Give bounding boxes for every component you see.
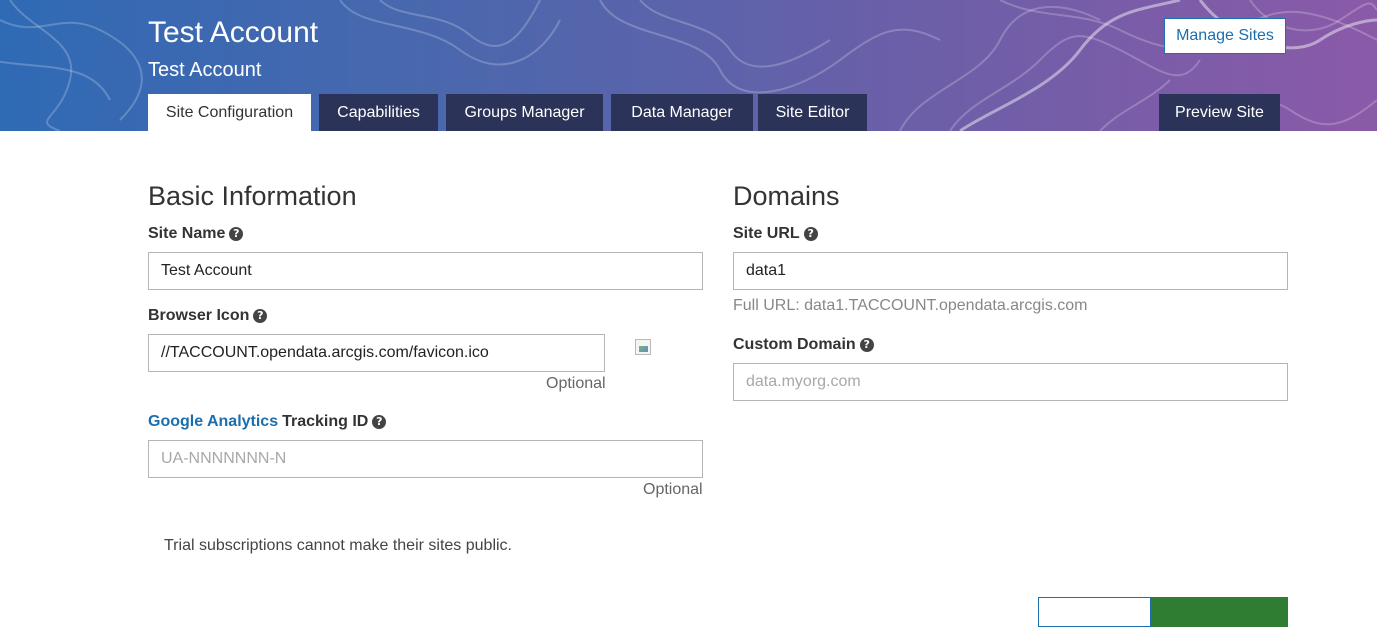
tab-data-manager[interactable]: Data Manager [611,94,753,131]
tracking-id-label-text: Tracking ID [282,413,369,430]
custom-domain-label-text: Custom Domain [733,336,856,353]
tab-groups-manager[interactable]: Groups Manager [446,94,603,131]
site-name-label: Site Name ? [148,225,244,243]
site-url-label: Site URL ? [733,225,818,243]
site-name-input[interactable] [148,252,703,290]
question-circle-icon[interactable]: ? [859,338,874,352]
save-button[interactable] [1151,597,1288,627]
manage-sites-button[interactable]: Manage Sites [1164,18,1286,54]
question-circle-icon[interactable]: ? [372,415,387,429]
tracking-id-label: Google Analytics Tracking ID ? [148,413,387,431]
google-analytics-link[interactable]: Google Analytics [148,413,278,431]
site-url-label-text: Site URL [733,225,800,242]
custom-domain-input[interactable] [733,363,1288,401]
tab-capabilities[interactable]: Capabilities [319,94,438,131]
question-circle-icon[interactable]: ? [803,227,818,241]
custom-domain-label: Custom Domain ? [733,336,874,354]
page-title: Test Account [148,16,319,49]
full-url-text: Full URL: data1.TACCOUNT.opendata.arcgis… [733,297,1088,314]
site-header: Test Account Test Account Manage Sites S… [0,0,1377,131]
tab-site-editor[interactable]: Site Editor [758,94,867,131]
page-subtitle: Test Account [148,59,262,81]
domains-heading: Domains [733,181,840,211]
site-url-input[interactable] [733,252,1288,290]
question-circle-icon[interactable]: ? [253,309,268,323]
basic-information-heading: Basic Information [148,181,357,211]
browser-icon-input[interactable] [148,334,605,372]
site-name-label-text: Site Name [148,225,226,242]
tracking-id-optional-hint: Optional [643,481,703,498]
trial-notice: Trial subscriptions cannot make their si… [164,537,512,554]
cancel-button[interactable] [1038,597,1151,627]
tracking-id-input[interactable] [148,440,703,478]
broken-image-icon [635,339,651,355]
browser-icon-label-text: Browser Icon [148,307,250,324]
browser-icon-optional-hint: Optional [546,375,606,392]
question-circle-icon[interactable]: ? [229,227,244,241]
preview-site-button[interactable]: Preview Site [1159,94,1280,131]
browser-icon-label: Browser Icon ? [148,307,268,325]
tab-site-configuration[interactable]: Site Configuration [148,94,311,131]
